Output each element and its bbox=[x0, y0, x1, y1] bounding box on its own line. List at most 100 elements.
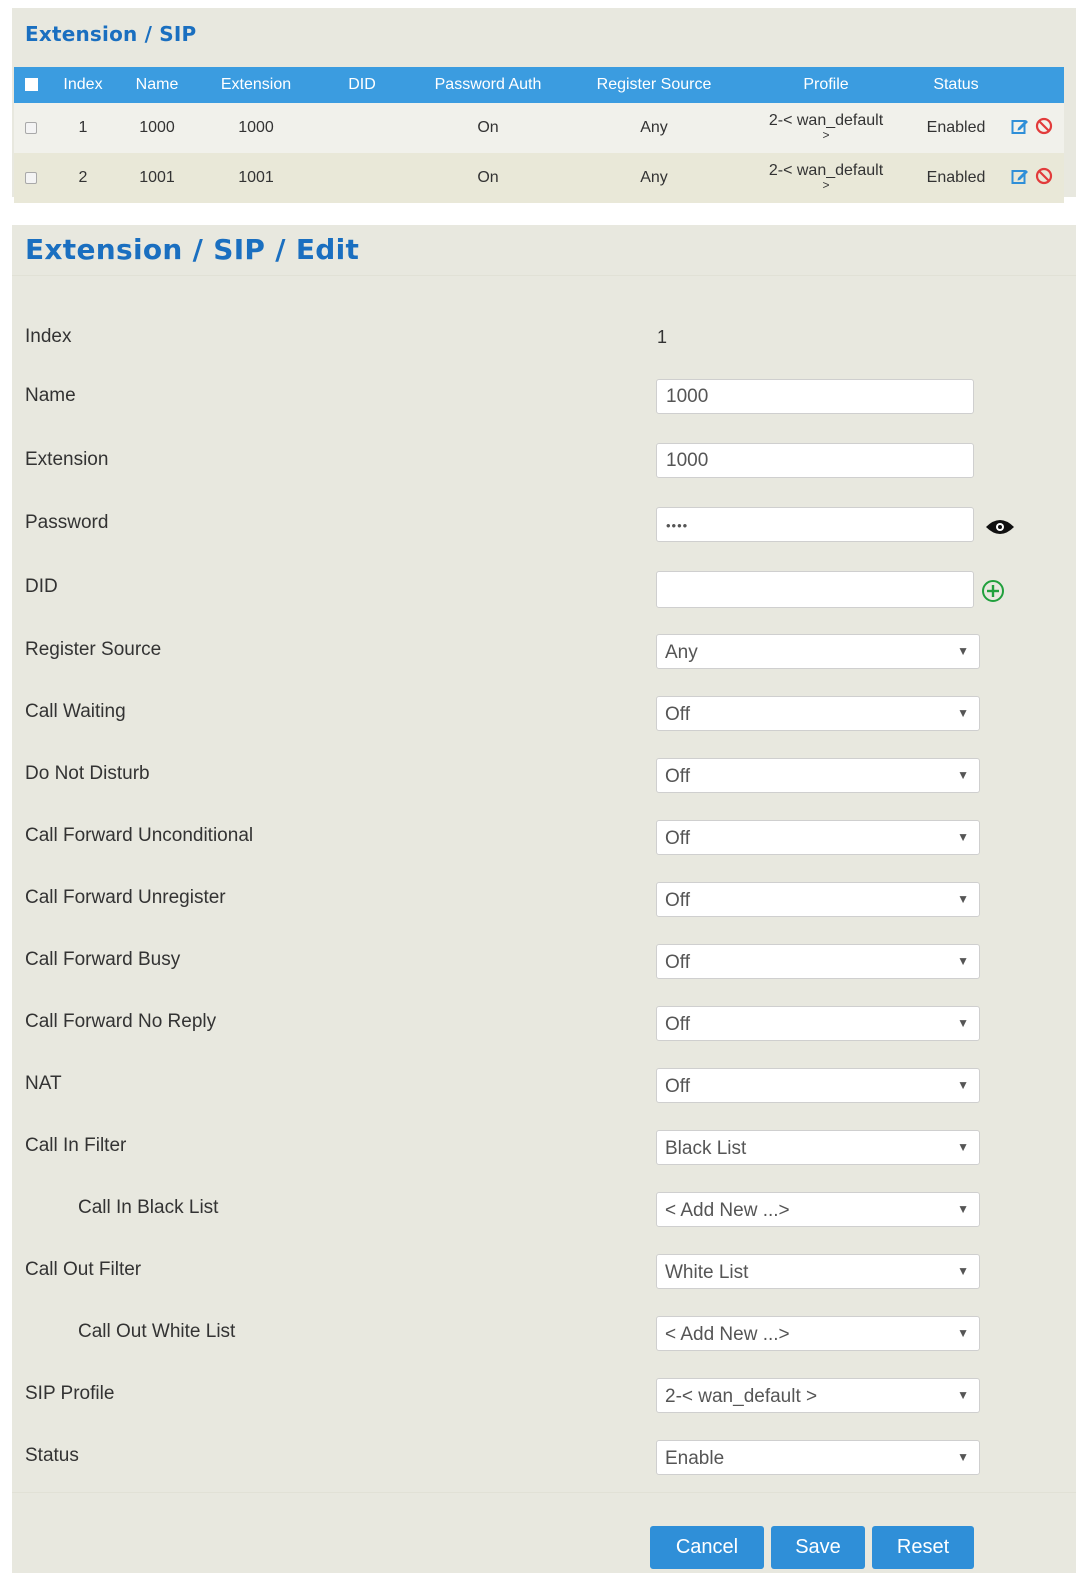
edit-icon[interactable] bbox=[1011, 117, 1029, 140]
select-value: Off bbox=[665, 1014, 690, 1035]
cf-noreply-select[interactable]: Off ▼ bbox=[656, 1006, 980, 1041]
sip-profile-select[interactable]: 2-< wan_default > ▼ bbox=[656, 1378, 980, 1413]
cell-index: 1 bbox=[48, 103, 118, 153]
cf-busy-select[interactable]: Off ▼ bbox=[656, 944, 980, 979]
chevron-down-icon: ▼ bbox=[957, 1450, 969, 1464]
index-label: Index bbox=[25, 326, 72, 347]
extension-input[interactable]: 1000 bbox=[656, 443, 974, 478]
chevron-down-icon: ▼ bbox=[957, 1264, 969, 1278]
col-extension[interactable]: Extension bbox=[196, 67, 316, 103]
extension-list-panel: Extension / SIP Index Name Extension DID… bbox=[12, 8, 1076, 203]
reset-button[interactable]: Reset bbox=[872, 1526, 974, 1569]
call-in-black-list-select[interactable]: < Add New ...> ▼ bbox=[656, 1192, 980, 1227]
table-row: 2 1001 1001 On Any 2-< wan_default > Ena… bbox=[14, 153, 1064, 203]
chevron-down-icon: ▼ bbox=[957, 644, 969, 658]
call-waiting-select[interactable]: Off ▼ bbox=[656, 696, 980, 731]
cf-unconditional-label: Call Forward Unconditional bbox=[25, 825, 254, 846]
col-profile[interactable]: Profile bbox=[740, 67, 912, 103]
chevron-down-icon: ▼ bbox=[957, 1140, 969, 1154]
list-title: Extension / SIP bbox=[25, 22, 197, 46]
cell-profile: 2-< wan_default > bbox=[740, 153, 912, 203]
col-name[interactable]: Name bbox=[118, 67, 196, 103]
divider bbox=[12, 1492, 1076, 1493]
cf-unregister-select[interactable]: Off ▼ bbox=[656, 882, 980, 917]
cell-actions bbox=[1000, 103, 1064, 153]
select-value: < Add New ...> bbox=[665, 1324, 790, 1345]
call-waiting-label: Call Waiting bbox=[25, 701, 126, 722]
cell-actions bbox=[1000, 153, 1064, 203]
select-value: Black List bbox=[665, 1138, 747, 1159]
edit-icon[interactable] bbox=[1011, 167, 1029, 190]
chevron-down-icon: ▼ bbox=[957, 706, 969, 720]
call-out-white-list-label: Call Out White List bbox=[78, 1321, 236, 1342]
chevron-down-icon: ▼ bbox=[957, 1016, 969, 1030]
cell-status: Enabled bbox=[912, 153, 1000, 203]
select-value: Off bbox=[665, 1076, 690, 1097]
index-value: 1 bbox=[657, 327, 668, 347]
did-input[interactable] bbox=[656, 571, 974, 608]
chevron-down-icon: ▼ bbox=[957, 892, 969, 906]
call-out-filter-label: Call Out Filter bbox=[25, 1259, 142, 1280]
nat-select[interactable]: Off ▼ bbox=[656, 1068, 980, 1103]
delete-icon[interactable] bbox=[1035, 117, 1053, 140]
cell-name: 1000 bbox=[118, 103, 196, 153]
cell-did bbox=[316, 103, 408, 153]
did-label: DID bbox=[25, 576, 58, 597]
plus-circle-icon[interactable] bbox=[980, 578, 1006, 609]
select-value: < Add New ...> bbox=[665, 1200, 790, 1221]
col-password-auth[interactable]: Password Auth bbox=[408, 67, 568, 103]
profile-line: > bbox=[822, 178, 830, 192]
col-did[interactable]: DID bbox=[316, 67, 408, 103]
profile-line: 2-< wan_default bbox=[768, 112, 884, 129]
cf-unconditional-select[interactable]: Off ▼ bbox=[656, 820, 980, 855]
table-row: 1 1000 1000 On Any 2-< wan_default > Ena… bbox=[14, 103, 1064, 153]
register-source-label: Register Source bbox=[25, 639, 162, 660]
col-register-source[interactable]: Register Source bbox=[568, 67, 740, 103]
dnd-select[interactable]: Off ▼ bbox=[656, 758, 980, 793]
extension-edit-panel: Extension / SIP / Edit Index 1 Name 1000… bbox=[12, 225, 1076, 1573]
eye-icon[interactable] bbox=[984, 517, 1016, 542]
select-value: Any bbox=[665, 642, 698, 663]
cell-password-auth: On bbox=[408, 103, 568, 153]
page-title: Extension / SIP / Edit bbox=[25, 233, 360, 266]
extension-table: Index Name Extension DID Password Auth R… bbox=[14, 67, 1064, 203]
cell-index: 2 bbox=[48, 153, 118, 203]
call-out-white-list-select[interactable]: < Add New ...> ▼ bbox=[656, 1316, 980, 1351]
password-input[interactable]: •••• bbox=[656, 507, 974, 542]
row-checkbox[interactable] bbox=[14, 153, 48, 203]
chevron-down-icon: ▼ bbox=[957, 768, 969, 782]
cf-unregister-label: Call Forward Unregister bbox=[25, 887, 226, 908]
col-actions bbox=[1000, 67, 1064, 103]
select-value: Off bbox=[665, 890, 690, 911]
col-index[interactable]: Index bbox=[48, 67, 118, 103]
status-select[interactable]: Enable ▼ bbox=[656, 1440, 980, 1475]
row-checkbox[interactable] bbox=[14, 103, 48, 153]
name-input[interactable]: 1000 bbox=[656, 379, 974, 414]
cell-did bbox=[316, 153, 408, 203]
cell-name: 1001 bbox=[118, 153, 196, 203]
select-value: Enable bbox=[665, 1448, 725, 1469]
divider bbox=[12, 275, 1076, 276]
extension-label: Extension bbox=[25, 449, 109, 470]
cell-profile: 2-< wan_default > bbox=[740, 103, 912, 153]
call-out-filter-select[interactable]: White List ▼ bbox=[656, 1254, 980, 1289]
select-all-checkbox[interactable] bbox=[14, 67, 48, 103]
chevron-down-icon: ▼ bbox=[957, 954, 969, 968]
select-value: Off bbox=[665, 704, 690, 725]
save-button[interactable]: Save bbox=[771, 1526, 865, 1569]
cell-extension: 1000 bbox=[196, 103, 316, 153]
call-in-filter-select[interactable]: Black List ▼ bbox=[656, 1130, 980, 1165]
cell-status: Enabled bbox=[912, 103, 1000, 153]
cell-password-auth: On bbox=[408, 153, 568, 203]
name-label: Name bbox=[25, 385, 76, 406]
cancel-button[interactable]: Cancel bbox=[650, 1526, 764, 1569]
select-value: 2-< wan_default > bbox=[665, 1386, 818, 1407]
delete-icon[interactable] bbox=[1035, 167, 1053, 190]
profile-line: 2-< wan_default bbox=[768, 162, 884, 179]
chevron-down-icon: ▼ bbox=[957, 1078, 969, 1092]
col-status[interactable]: Status bbox=[912, 67, 1000, 103]
dnd-label: Do Not Disturb bbox=[25, 763, 150, 784]
call-in-black-list-label: Call In Black List bbox=[78, 1197, 219, 1218]
cell-extension: 1001 bbox=[196, 153, 316, 203]
register-source-select[interactable]: Any ▼ bbox=[656, 634, 980, 669]
